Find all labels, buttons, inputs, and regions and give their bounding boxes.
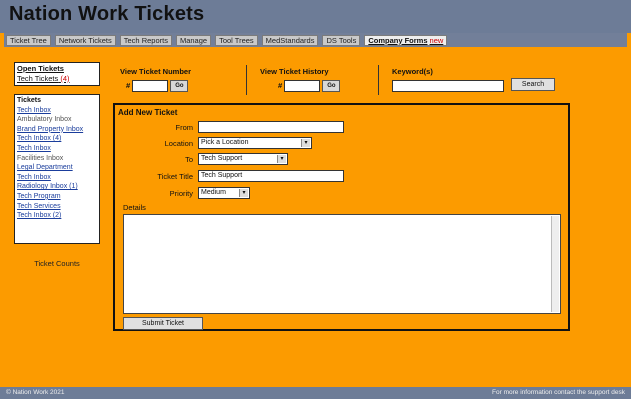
to-select[interactable]: Tech Support ▾ xyxy=(198,153,288,165)
ticket-history-input[interactable] xyxy=(284,80,321,92)
view-ticket-number-group: View Ticket Number # Go xyxy=(120,67,191,92)
nav-item-manage[interactable]: Manage xyxy=(175,34,212,46)
nav-item-company-forms[interactable]: Company Forms new xyxy=(364,34,448,46)
department-item[interactable]: Tech Inbox (2) xyxy=(17,211,97,221)
department-list-header: Tickets xyxy=(17,97,41,104)
priority-value: Medium xyxy=(201,189,226,196)
from-label: From xyxy=(175,123,194,132)
search-area: View Ticket Number # Go View Ticket Hist… xyxy=(112,61,573,99)
view-ticket-number-label: View Ticket Number xyxy=(120,67,192,76)
to-label: To xyxy=(185,155,193,164)
details-textarea[interactable] xyxy=(123,214,561,314)
view-ticket-history-label: View Ticket History xyxy=(260,67,329,76)
page-footer: © Nation Work 2021 For more information … xyxy=(0,387,631,399)
ticket-title-field[interactable]: Tech Support xyxy=(198,170,344,182)
footer-contact[interactable]: For more information contact the support… xyxy=(492,389,625,396)
location-value: Pick a Location xyxy=(201,139,249,146)
search-divider xyxy=(246,65,247,95)
department-item[interactable]: Tech Inbox xyxy=(17,144,97,154)
ticket-number-go-button[interactable]: Go xyxy=(170,80,189,92)
department-item[interactable]: Tech Inbox xyxy=(17,173,97,183)
ticket-number-input[interactable] xyxy=(132,80,169,92)
app-root: Nation Work Tickets Ticket Tree Network … xyxy=(0,0,631,399)
new-badge: new xyxy=(429,35,444,45)
keywords-label: Keyword(s) xyxy=(392,67,433,76)
department-item[interactable]: Brand Property Inbox xyxy=(17,125,97,135)
tech-tickets-count: (4) xyxy=(60,74,70,83)
chevron-down-icon: ▾ xyxy=(277,155,286,163)
footer-copyright: © Nation Work 2021 xyxy=(6,389,65,396)
details-scrollbar[interactable] xyxy=(551,216,559,312)
department-list: Tickets Tech Inbox Ambulatory Inbox Bran… xyxy=(14,94,100,244)
nav-item-ds-tools[interactable]: DS Tools xyxy=(322,34,361,46)
location-select[interactable]: Pick a Location ▾ xyxy=(198,137,312,149)
open-tickets-link[interactable]: Open Tickets xyxy=(17,64,97,74)
department-item[interactable]: Tech Program xyxy=(17,192,97,202)
app-title: Nation Work Tickets xyxy=(9,3,205,25)
ticket-view-box: Open Tickets Tech Tickets (4) xyxy=(14,62,100,86)
ticket-history-go-button[interactable]: Go xyxy=(322,80,341,92)
location-label: Location xyxy=(164,139,193,148)
to-value: Tech Support xyxy=(201,155,243,162)
view-ticket-history-group: View Ticket History # Go xyxy=(260,67,341,92)
priority-label: Priority xyxy=(169,189,193,198)
nav-item-network-tickets[interactable]: Network Tickets xyxy=(54,34,116,46)
ticket-title-label: Ticket Title xyxy=(157,172,193,181)
keyword-input[interactable] xyxy=(392,80,504,92)
new-ticket-panel: Add New Ticket From Location Pick a Loca… xyxy=(113,103,570,331)
nav-item-tech-reports[interactable]: Tech Reports xyxy=(119,34,172,46)
tech-tickets-link[interactable]: Tech Tickets (4) xyxy=(17,74,97,84)
nav-item-ticket-tree[interactable]: Ticket Tree xyxy=(6,34,51,46)
department-item[interactable]: Ambulatory Inbox xyxy=(17,115,97,125)
department-item[interactable]: Tech Inbox (4) xyxy=(17,134,97,144)
department-item[interactable]: Radiology Inbox (1) xyxy=(17,182,97,192)
department-item[interactable]: Legal Department xyxy=(17,163,97,173)
department-item[interactable]: Tech Inbox xyxy=(17,106,97,116)
priority-select[interactable]: Medium ▾ xyxy=(198,187,250,199)
top-nav: Ticket Tree Network Tickets Tech Reports… xyxy=(4,33,627,47)
keyword-group: Keyword(s) xyxy=(392,67,504,92)
nav-item-medstandards[interactable]: MedStandards xyxy=(261,34,319,46)
ticket-counts-link[interactable]: Ticket Counts xyxy=(20,259,94,268)
page-header: Nation Work Tickets xyxy=(0,0,631,33)
chevron-down-icon: ▾ xyxy=(239,189,248,197)
hash-label: # xyxy=(278,80,283,90)
nav-item-tool-trees[interactable]: Tool Trees xyxy=(215,34,258,46)
department-item[interactable]: Facilities Inbox xyxy=(17,154,97,164)
details-label: Details xyxy=(123,203,146,212)
department-item[interactable]: Tech Services xyxy=(17,202,97,212)
submit-ticket-button[interactable]: Submit Ticket xyxy=(123,317,203,330)
chevron-down-icon: ▾ xyxy=(301,139,310,147)
hash-label: # xyxy=(126,80,131,90)
search-divider xyxy=(378,65,379,95)
new-ticket-title: Add New Ticket xyxy=(118,108,178,117)
from-field[interactable] xyxy=(198,121,344,133)
search-button[interactable]: Search xyxy=(511,78,555,91)
